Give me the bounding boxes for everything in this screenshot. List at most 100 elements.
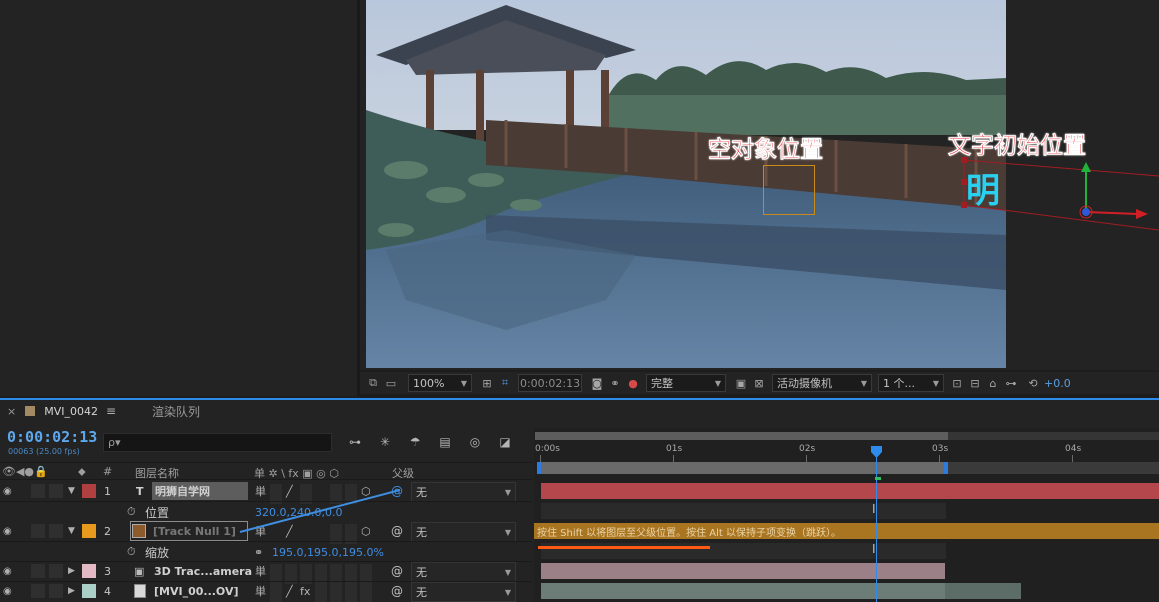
frame-blending-icon[interactable]: ▤	[434, 433, 456, 451]
audio-toggle[interactable]	[31, 524, 45, 538]
parent-select[interactable]: 无 ▼	[411, 522, 516, 542]
ruler-label: 02s	[799, 444, 816, 454]
3d-switch[interactable]	[360, 584, 372, 602]
playhead-handle[interactable]	[871, 446, 882, 458]
frame-blend-switch[interactable]	[330, 584, 342, 602]
ruler-label: 03s	[932, 444, 949, 454]
track-null-outline[interactable]	[763, 165, 815, 215]
layer-name-column[interactable]: 图层名称	[135, 465, 179, 481]
stopwatch-icon[interactable]: ⏱	[127, 502, 136, 522]
transparency-grid-icon[interactable]: ⊠	[750, 374, 768, 392]
motion-blur-switch[interactable]	[345, 584, 357, 602]
visibility-icon[interactable]: ◉	[3, 521, 15, 541]
lock-toggle[interactable]	[49, 484, 63, 498]
pickwhip-icon[interactable]: @	[391, 561, 403, 581]
tab-render-queue[interactable]: 渲染队列	[152, 403, 200, 420]
panel-menu-icon[interactable]: ≡	[106, 404, 116, 418]
tab-comp[interactable]: MVI_0042	[44, 405, 98, 418]
expand-triangle[interactable]: ▼	[68, 481, 75, 501]
expand-triangle[interactable]: ▶	[68, 581, 75, 601]
channel-icon[interactable]: ●	[624, 374, 642, 392]
shy-switch-icon[interactable]: 単	[255, 561, 266, 581]
parent-column: 父级	[392, 467, 414, 480]
fast-preview-icon[interactable]: ⊟	[966, 374, 984, 392]
audio-toggle[interactable]	[31, 584, 45, 598]
graph-editor-icon[interactable]: ◪	[494, 433, 516, 451]
label-color[interactable]	[82, 564, 96, 578]
camera-select[interactable]: 活动摄像机 ▼	[772, 374, 872, 392]
layer-search-input[interactable]: ρ▾	[103, 433, 332, 452]
expand-triangle[interactable]: ▼	[68, 521, 75, 541]
pixel-aspect-icon[interactable]: ⊡	[948, 374, 966, 392]
work-area-bar[interactable]	[537, 462, 948, 474]
layer-row-3[interactable]: ◉ ▶ 3 ▣ 3D Trac...amera 単 @ 无 ▼	[0, 561, 532, 584]
lock-toggle[interactable]	[49, 584, 63, 598]
composition-mini-flowchart-icon[interactable]: ⊶	[344, 433, 366, 451]
shy-switch-icon[interactable]: 単	[255, 581, 266, 601]
time-navigator-range[interactable]	[535, 432, 948, 440]
lock-toggle[interactable]	[49, 524, 63, 538]
draft-3d-icon[interactable]: ✳	[374, 433, 396, 451]
audio-toggle[interactable]	[31, 564, 45, 578]
layer-name[interactable]: 3D Trac...amera	[154, 561, 252, 581]
visibility-icon[interactable]: ◉	[3, 581, 15, 601]
quality-switch-icon[interactable]: ╱	[286, 581, 293, 601]
flowchart-icon[interactable]: ⊶	[1002, 374, 1020, 392]
timeline-icon[interactable]: ⌂	[984, 374, 1002, 392]
layer-bar-4[interactable]	[541, 583, 945, 599]
parent-select[interactable]: 无 ▼	[411, 582, 516, 602]
label-color[interactable]	[82, 484, 96, 498]
shy-icon[interactable]: ☂	[404, 433, 426, 451]
av-features-icon[interactable]: 👁◀●🔒	[2, 465, 48, 478]
collapse-switch[interactable]	[270, 584, 282, 602]
label-column-icon[interactable]: ⬥	[78, 465, 86, 479]
monitor-icon[interactable]: ▭	[382, 374, 400, 392]
layer-name[interactable]: 明狮自学网	[152, 482, 248, 500]
transform-gizmo[interactable]	[950, 150, 1159, 240]
layer-bar-3[interactable]	[541, 563, 945, 579]
viewer-timecode[interactable]: 0:00:02:13	[518, 374, 582, 392]
reset-exposure-icon[interactable]: ⟲	[1024, 374, 1042, 392]
parent-tip-text: 按住 Shift 以将图层至父级位置。按住 Alt 以保持子项变换（跳跃）。	[537, 528, 841, 539]
text-layer-icon: T	[136, 484, 144, 498]
zoom-select[interactable]: 100% ▼	[408, 374, 472, 392]
constrain-proportions-icon[interactable]: ⚭	[254, 542, 263, 562]
expand-triangle[interactable]: ▶	[68, 561, 75, 581]
index-column: #	[103, 465, 113, 478]
visibility-icon[interactable]: ◉	[3, 561, 15, 581]
fit-icon[interactable]: ⊞	[478, 374, 496, 392]
lock-toggle[interactable]	[49, 564, 63, 578]
parent-select[interactable]: 无 ▼	[411, 562, 516, 582]
pickwhip-icon[interactable]: @	[391, 581, 403, 601]
property-row-scale[interactable]: ⏱ 缩放 ⚭ 195.0,195.0,195.0%	[0, 542, 532, 562]
always-preview-icon[interactable]: ⧉	[364, 374, 382, 392]
label-color[interactable]	[82, 524, 96, 538]
layer-bar-1[interactable]	[541, 483, 1159, 499]
show-snapshot-icon[interactable]: ⚭	[606, 374, 624, 392]
layer-index: 3	[104, 564, 111, 578]
effects-switch-icon[interactable]: fx	[300, 581, 310, 601]
close-tab-icon[interactable]: ×	[7, 405, 16, 418]
keyframe-cursor-icon: I	[872, 542, 876, 556]
resolution-select[interactable]: 完整 ▼	[646, 374, 726, 392]
audio-toggle[interactable]	[31, 484, 45, 498]
visibility-icon[interactable]: ◉	[3, 481, 15, 501]
layer-name[interactable]: [MVI_00...OV]	[154, 581, 239, 601]
label-color[interactable]	[82, 584, 96, 598]
exposure-value[interactable]: +0.0	[1044, 374, 1071, 392]
layer-row-4[interactable]: ◉ ▶ 4 [MVI_00...OV] 単 ╱ fx @ 无 ▼	[0, 581, 532, 602]
property-value[interactable]: 195.0,195.0,195.0%	[272, 542, 384, 562]
parent-select[interactable]: 无 ▼	[411, 482, 516, 502]
adjust-switch[interactable]	[315, 584, 327, 602]
playhead-line[interactable]	[876, 446, 877, 602]
snapshot-icon[interactable]: ◙	[588, 374, 606, 392]
composition-frame[interactable]	[366, 0, 1006, 368]
roi-icon[interactable]: ▣	[732, 374, 750, 392]
view-layout-select[interactable]: 1 个... ▼	[878, 374, 944, 392]
motion-blur-icon[interactable]: ◎	[464, 433, 486, 451]
current-time-display[interactable]: 0:00:02:13	[7, 428, 97, 446]
layer-name[interactable]: [Track Null 1]	[130, 521, 248, 541]
timeline-tools: ⊶ ✳ ☂ ▤ ◎ ◪	[344, 433, 516, 451]
region-icon[interactable]: ⌗	[496, 374, 514, 392]
stopwatch-icon[interactable]: ⏱	[127, 542, 136, 562]
